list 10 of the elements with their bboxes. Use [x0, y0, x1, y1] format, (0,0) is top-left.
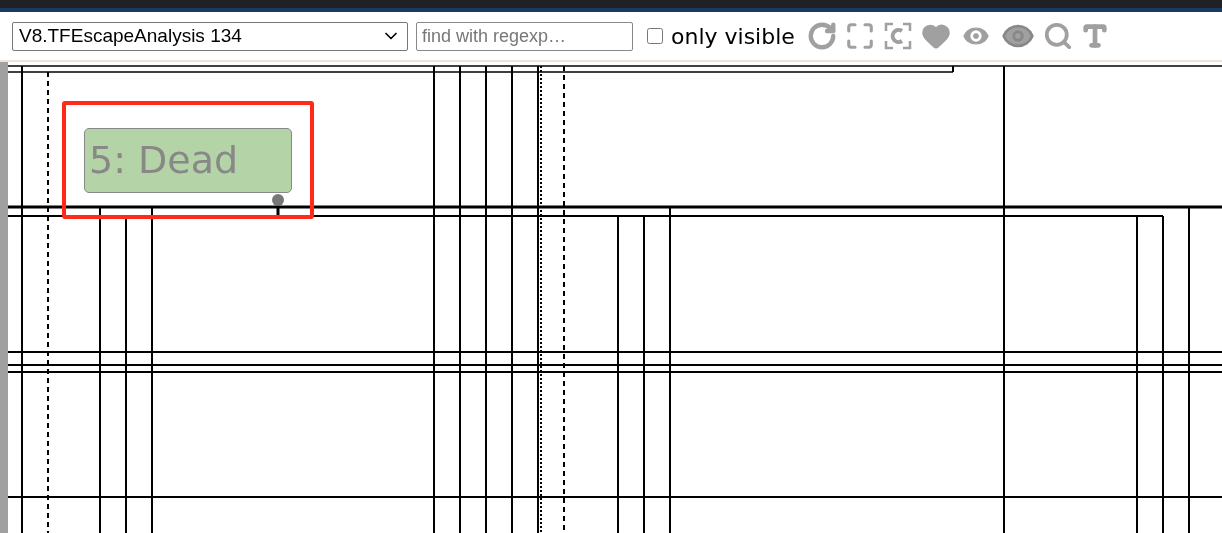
rotate-icon[interactable]	[806, 21, 837, 51]
expand-c-icon[interactable]	[882, 21, 913, 51]
only-visible-label: only visible	[671, 23, 795, 49]
search-icon[interactable]	[1042, 21, 1073, 51]
port-dot	[272, 194, 284, 206]
search-field[interactable]: find with regexp…	[416, 21, 633, 51]
only-visible-checkbox[interactable]	[647, 28, 663, 44]
expand-icon[interactable]	[844, 21, 875, 51]
text-icon[interactable]	[1080, 22, 1109, 50]
graph-select[interactable]: V8.TFEscapeAnalysis 134	[12, 21, 408, 51]
